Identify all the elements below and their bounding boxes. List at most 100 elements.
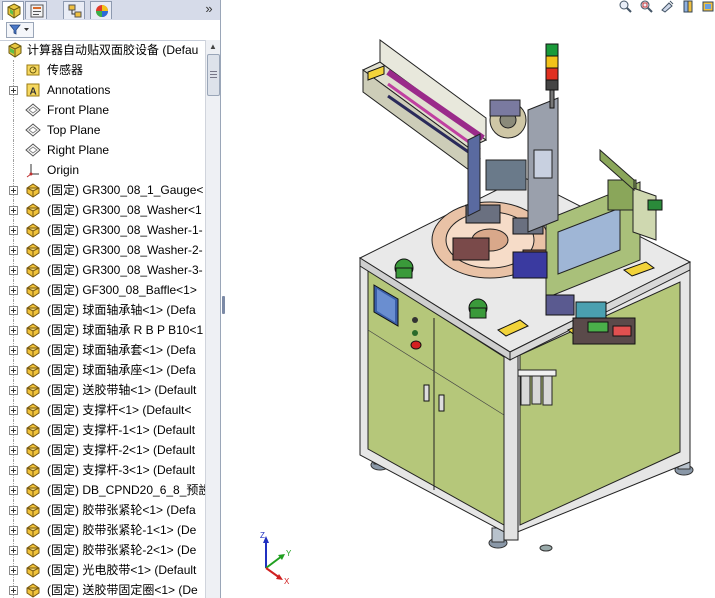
plane-icon <box>25 123 41 137</box>
part-icon <box>26 323 40 338</box>
expand-plus-icon[interactable] <box>9 226 18 235</box>
tree-item[interactable]: Right Plane <box>0 140 206 160</box>
tree-item-label: Front Plane <box>47 103 110 117</box>
assembly-3d-model[interactable] <box>228 0 715 598</box>
tree-item-label: (固定) 支撑杆-3<1> (Default <box>47 463 196 477</box>
tree-item[interactable]: (固定) GR300_08_1_Gauge< <box>0 180 206 200</box>
filter-icon <box>9 24 29 35</box>
expand-plus-icon[interactable] <box>9 446 18 455</box>
expand-plus-icon[interactable] <box>9 546 18 555</box>
expand-plus-icon[interactable] <box>9 406 18 415</box>
expand-plus-icon[interactable] <box>9 386 18 395</box>
tree-item[interactable]: (固定) DB_CPND20_6_8_预設 <box>0 480 206 500</box>
tree-item[interactable]: (固定) 胶带张紧轮-1<1> (De <box>0 520 206 540</box>
tree-item[interactable]: (固定) 支撑杆-2<1> (Default <box>0 440 206 460</box>
tab-property-manager[interactable] <box>25 1 47 19</box>
plane-icon <box>25 103 41 117</box>
part-icon <box>26 483 40 498</box>
expand-plus-icon[interactable] <box>9 566 18 575</box>
expand-plus-icon[interactable] <box>9 186 18 195</box>
expand-plus-icon[interactable] <box>9 426 18 435</box>
tree-item-label: (固定) GR300_08_Washer-3- <box>47 263 203 277</box>
tree-item[interactable]: (固定) 送胶带轴<1> (Default <box>0 380 206 400</box>
tab-feature-manager[interactable] <box>2 1 24 20</box>
property-manager-icon <box>30 4 44 18</box>
tree-item-label: (固定) GR300_08_Washer-2- <box>47 243 203 257</box>
expand-plus-icon[interactable] <box>9 86 18 95</box>
scrollbar-thumb[interactable] <box>207 54 220 96</box>
part-icon <box>26 383 40 398</box>
tree-item[interactable]: (固定) 支撑杆-3<1> (Default <box>0 460 206 480</box>
origin-icon <box>26 164 39 178</box>
tree-item-label: (固定) 胶带张紧轮-1<1> (De <box>47 523 197 537</box>
tree-item-label: (固定) 球面轴承套<1> (Defa <box>47 343 196 357</box>
tree-item[interactable]: Front Plane <box>0 100 206 120</box>
tab-display-manager[interactable] <box>90 1 112 19</box>
feature-tree: 计算器自动贴双面胶设备 (Defau 传感器 A Annotations Front P… <box>0 40 206 598</box>
tree-item[interactable]: (固定) 球面轴承轴<1> (Defa <box>0 300 206 320</box>
tree-item-label: (固定) 胶带张紧轮<1> (Defa <box>47 503 196 517</box>
tree-item[interactable]: (固定) GR300_08_Washer-1- <box>0 220 206 240</box>
tree-item[interactable]: Origin <box>0 160 206 180</box>
tree-item-label: (固定) 胶带张紧轮-2<1> (De <box>47 543 197 557</box>
expand-plus-icon[interactable] <box>9 326 18 335</box>
tree-item[interactable]: 传感器 <box>0 60 206 80</box>
tree-item[interactable]: (固定) 球面轴承套<1> (Defa <box>0 340 206 360</box>
tree-item[interactable]: (固定) 胶带张紧轮<1> (Defa <box>0 500 206 520</box>
configuration-manager-icon <box>68 4 82 18</box>
tree-item[interactable]: A Annotations <box>0 80 206 100</box>
tree-item[interactable]: (固定) GF300_08_Baffle<1> <box>0 280 206 300</box>
tree-item[interactable]: (固定) 球面轴承 R B P B10<1 <box>0 320 206 340</box>
expand-plus-icon[interactable] <box>9 246 18 255</box>
tree-item-label: (固定) 支撑杆-1<1> (Default <box>47 423 196 437</box>
tree-item-label: (固定) 球面轴承 R B P B10<1 <box>47 323 204 337</box>
tape-feeder-tower <box>362 39 559 233</box>
reference-triad: Z Y X <box>260 531 292 586</box>
expand-plus-icon[interactable] <box>9 526 18 535</box>
expand-plus-icon[interactable] <box>9 306 18 315</box>
tree-item[interactable]: (固定) 支撑杆<1> (Default< <box>0 400 206 420</box>
tree-item[interactable]: (固定) 球面轴承座<1> (Defa <box>0 360 206 380</box>
expand-plus-icon[interactable] <box>9 586 18 595</box>
tree-item[interactable]: (固定) GR300_08_Washer<1 <box>0 200 206 220</box>
part-icon <box>26 503 40 518</box>
part-icon <box>26 183 40 198</box>
expand-plus-icon[interactable] <box>9 206 18 215</box>
tree-item[interactable]: (固定) 胶带张紧轮-2<1> (De <box>0 540 206 560</box>
tree-root-assembly[interactable]: 计算器自动贴双面胶设备 (Defau <box>0 40 206 60</box>
tab-configuration-manager[interactable] <box>63 1 85 19</box>
tree-item-label: (固定) 支撑杆<1> (Default< <box>47 403 192 417</box>
expand-plus-icon[interactable] <box>9 346 18 355</box>
expand-plus-icon[interactable] <box>9 486 18 495</box>
tree-scrollbar[interactable]: ▲ <box>205 40 220 598</box>
tree-item-label: (固定) GR300_08_Washer-1- <box>47 223 203 237</box>
tree-item[interactable]: (固定) 支撑杆-1<1> (Default <box>0 420 206 440</box>
manager-tab-bar: » <box>0 0 220 21</box>
part-icon <box>26 363 40 378</box>
part-icon <box>26 283 40 298</box>
tree-item[interactable]: (固定) 送胶带固定圈<1> (De <box>0 580 206 598</box>
scroll-up-icon[interactable]: ▲ <box>207 41 219 53</box>
expand-plus-icon[interactable] <box>9 366 18 375</box>
tree-item[interactable]: (固定) GR300_08_Washer-2- <box>0 240 206 260</box>
tree-connector-line <box>13 100 15 120</box>
part-icon <box>26 563 40 578</box>
expand-plus-icon[interactable] <box>9 506 18 515</box>
expand-plus-icon[interactable] <box>9 466 18 475</box>
part-icon <box>26 243 40 258</box>
graphics-area[interactable]: Z Y X <box>228 0 715 598</box>
tabs-overflow-button[interactable]: » <box>202 1 216 17</box>
tree-item[interactable]: (固定) 光电胶带<1> (Default <box>0 560 206 580</box>
part-icon <box>26 463 40 478</box>
feature-manager-panel: » 计算器自动贴双面胶设备 (Defau 传感器 A Annotations Front… <box>0 0 221 598</box>
tree-item[interactable]: (固定) GR300_08_Washer-3- <box>0 260 206 280</box>
expand-plus-icon[interactable] <box>9 266 18 275</box>
tree-item-label: Right Plane <box>47 143 110 157</box>
feature-manager-icon <box>7 3 21 19</box>
panel-splitter-handle[interactable] <box>220 290 228 320</box>
tree-item-label: (固定) 光电胶带<1> (Default <box>47 563 197 577</box>
filter-button[interactable] <box>6 22 34 38</box>
tree-item[interactable]: Top Plane <box>0 120 206 140</box>
expand-plus-icon[interactable] <box>9 286 18 295</box>
tree-item-label: Origin <box>47 163 80 177</box>
